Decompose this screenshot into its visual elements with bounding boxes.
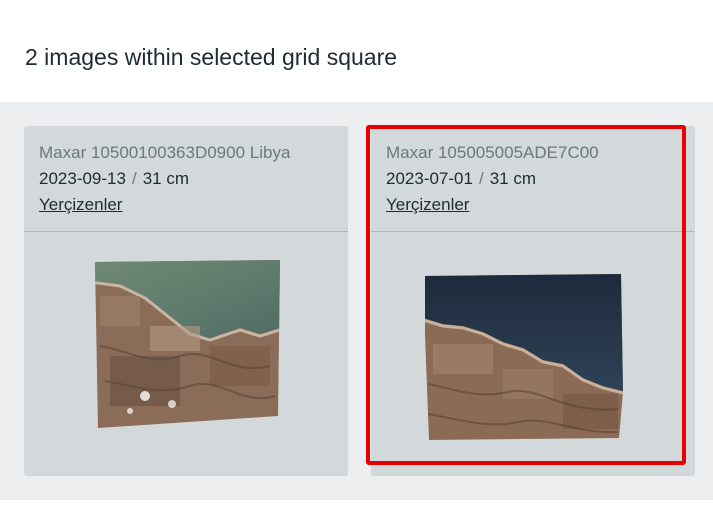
image-resolution: 31 cm xyxy=(142,169,189,188)
image-card-meta: 2023-07-01 / 31 cm xyxy=(386,169,536,189)
satellite-thumbnail-1[interactable] xyxy=(90,256,286,432)
image-date: 2023-09-13 xyxy=(39,169,126,188)
attribution-link[interactable]: Yerçizenler xyxy=(386,195,469,215)
card-divider xyxy=(24,231,348,232)
satellite-thumbnail-2[interactable] xyxy=(423,274,627,442)
results-header: 2 images within selected grid square xyxy=(0,0,713,102)
image-card-1[interactable]: Maxar 10500100363D0900 Libya 2023-09-13 /… xyxy=(24,126,348,476)
results-count-title: 2 images within selected grid square xyxy=(25,44,398,70)
image-card-meta: 2023-09-13 / 31 cm xyxy=(39,169,189,189)
image-card-title: Maxar 10500100363D0900 Libya xyxy=(39,143,291,162)
card-divider xyxy=(371,231,695,232)
image-card-title: Maxar 105005005ADE7C00 xyxy=(386,143,599,162)
meta-separator: / xyxy=(478,169,484,188)
image-date: 2023-07-01 xyxy=(386,169,473,188)
attribution-link[interactable]: Yerçizenler xyxy=(39,195,122,215)
image-card-2[interactable]: Maxar 105005005ADE7C00 2023-07-01/31 cm … xyxy=(371,126,695,476)
image-resolution: 31 cm xyxy=(489,169,536,188)
meta-separator: / xyxy=(131,169,137,188)
